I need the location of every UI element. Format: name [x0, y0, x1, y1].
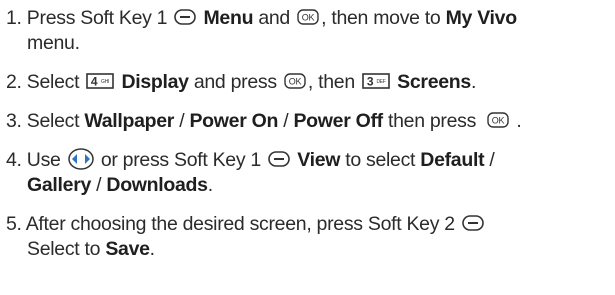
step-4-slash-1: /: [489, 149, 495, 171]
svg-text:3: 3: [367, 74, 374, 88]
step-5-number: 5.: [6, 213, 22, 235]
step-1-menu: Menu: [203, 7, 254, 29]
step-1-text-d: menu.: [27, 32, 80, 54]
instruction-list: 1. Press Soft Key 1 Menu and OK , then m…: [6, 6, 611, 262]
step-3-power-off: Power Off: [293, 110, 383, 132]
navigation-key-icon: [67, 148, 94, 170]
step-4-default: Default: [420, 149, 485, 171]
step-2-text-b: and press: [193, 71, 277, 93]
step-4-text-a: Use: [26, 149, 61, 171]
step-2-text-c: , then: [307, 71, 355, 93]
ok-key-icon: OK: [297, 9, 319, 25]
step-2-text-a: Select: [26, 71, 80, 93]
step-5: 5. After choosing the desired screen, pr…: [6, 212, 611, 262]
softkey-icon: [462, 215, 484, 231]
key-4-icon: 4 GHI: [86, 73, 115, 89]
step-2: 2. Select 4 GHI Display and press OK , th…: [6, 70, 611, 95]
step-1-my-vivo: My Vivo: [445, 7, 518, 29]
step-4-text-b: or press Soft Key 1: [100, 149, 261, 171]
ok-key-icon: OK: [487, 112, 509, 128]
step-1-text-b: and: [258, 7, 290, 29]
softkey-icon: [174, 9, 197, 25]
ok-key-icon: OK: [284, 73, 306, 89]
step-5-text-a: After choosing the desired screen, press…: [25, 213, 455, 235]
step-3-period: .: [516, 110, 522, 132]
step-3-text-a: Select: [26, 110, 80, 132]
key-3-icon: 3 DEF: [362, 73, 390, 89]
step-4-view: View: [297, 149, 341, 171]
step-5-period: .: [149, 238, 155, 260]
step-4-slash-2: /: [96, 174, 102, 196]
step-4-period: .: [207, 174, 213, 196]
step-3-power-on: Power On: [189, 110, 279, 132]
step-3-slash-2: /: [283, 110, 289, 132]
step-2-display: Display: [121, 71, 189, 93]
svg-text:4: 4: [91, 74, 98, 88]
step-3-wallpaper: Wallpaper: [84, 110, 175, 132]
step-3-text-b: then press: [388, 110, 477, 132]
step-4-gallery: Gallery: [27, 174, 92, 196]
step-3-number: 3.: [6, 110, 22, 132]
svg-text:OK: OK: [302, 12, 315, 22]
svg-text:GHI: GHI: [101, 79, 109, 85]
step-4-downloads: Downloads: [106, 174, 208, 196]
step-2-screens: Screens: [397, 71, 471, 93]
step-1: 1. Press Soft Key 1 Menu and OK , then m…: [6, 6, 611, 56]
svg-text:OK: OK: [289, 76, 302, 86]
step-5-text-b: Select to: [27, 238, 101, 260]
step-3-slash-1: /: [179, 110, 185, 132]
step-1-number: 1.: [6, 7, 22, 29]
step-1-text-a: Press Soft Key 1: [26, 7, 168, 29]
softkey-icon: [268, 151, 290, 167]
step-2-period: .: [470, 71, 477, 93]
step-4-text-c: to select: [345, 149, 416, 171]
step-5-save: Save: [105, 238, 150, 260]
step-1-text-c: , then move to: [321, 7, 441, 29]
step-3: 3. Select Wallpaper / Power On / Power O…: [6, 109, 611, 134]
svg-text:OK: OK: [492, 115, 505, 125]
step-4-number: 4.: [6, 149, 22, 171]
step-4: 4. Use or press Soft Key 1 View to selec…: [6, 148, 611, 198]
step-2-number: 2.: [6, 71, 22, 93]
svg-text:DEF: DEF: [376, 79, 385, 85]
